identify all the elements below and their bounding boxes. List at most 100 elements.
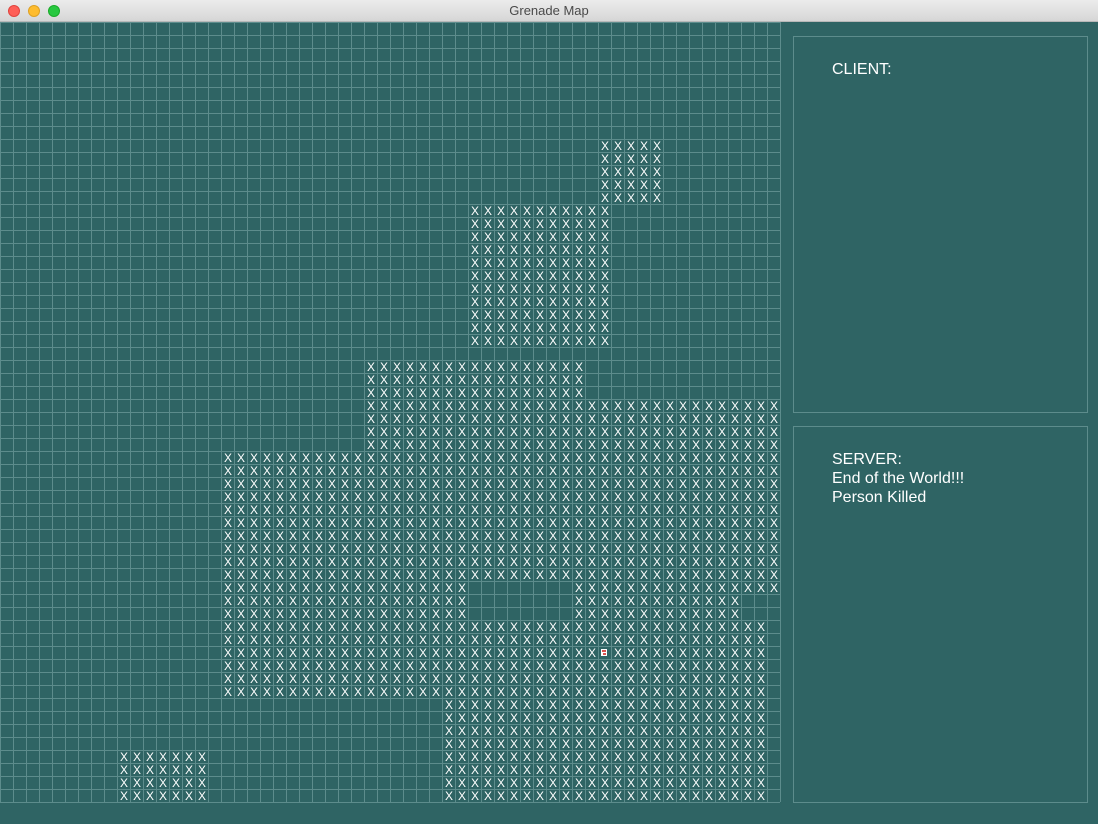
cell-mark: X bbox=[666, 412, 674, 426]
cell-mark: X bbox=[406, 438, 414, 452]
cell-mark: X bbox=[627, 711, 635, 725]
cell-mark: X bbox=[575, 230, 583, 244]
cell-mark: X bbox=[302, 555, 310, 569]
cell-mark: X bbox=[276, 464, 284, 478]
cell-mark: X bbox=[263, 685, 271, 699]
cell-mark: X bbox=[432, 373, 440, 387]
cell-mark: X bbox=[614, 503, 622, 517]
cell-mark: X bbox=[458, 555, 466, 569]
cell-mark: X bbox=[536, 230, 544, 244]
cell-mark: X bbox=[419, 477, 427, 491]
cell-mark: X bbox=[510, 386, 518, 400]
cell-mark: X bbox=[263, 464, 271, 478]
cell-mark: X bbox=[315, 646, 323, 660]
cell-mark: X bbox=[627, 620, 635, 634]
cell-mark: X bbox=[497, 737, 505, 751]
cell-mark: X bbox=[497, 373, 505, 387]
cell-mark: X bbox=[484, 308, 492, 322]
cell-mark: X bbox=[666, 646, 674, 660]
cell-mark: X bbox=[315, 594, 323, 608]
cell-mark: X bbox=[523, 217, 531, 231]
cell-mark: X bbox=[393, 438, 401, 452]
cell-mark: X bbox=[497, 282, 505, 296]
cell-mark: X bbox=[380, 581, 388, 595]
cell-mark: X bbox=[575, 464, 583, 478]
cell-mark: X bbox=[367, 516, 375, 530]
cell-mark: X bbox=[250, 607, 258, 621]
cell-mark: X bbox=[549, 685, 557, 699]
cell-mark: X bbox=[692, 633, 700, 647]
cell-mark: X bbox=[393, 490, 401, 504]
grenade-map-grid[interactable]: XXXXXXXXXXXXXXXXXXXXXXXXXXXXXXXXXXXXXXXX… bbox=[0, 22, 781, 803]
cell-mark: X bbox=[575, 490, 583, 504]
cell-mark: X bbox=[679, 607, 687, 621]
cell-mark: X bbox=[406, 529, 414, 543]
cell-mark: X bbox=[575, 386, 583, 400]
cell-mark: X bbox=[458, 477, 466, 491]
cell-mark: X bbox=[536, 737, 544, 751]
cell-mark: X bbox=[406, 516, 414, 530]
cell-mark: X bbox=[224, 659, 232, 673]
cell-mark: X bbox=[354, 516, 362, 530]
cell-mark: X bbox=[575, 269, 583, 283]
cell-mark: X bbox=[523, 321, 531, 335]
cell-mark: X bbox=[367, 542, 375, 556]
cell-mark: X bbox=[302, 542, 310, 556]
cell-mark: X bbox=[263, 477, 271, 491]
cell-mark: X bbox=[692, 646, 700, 660]
cell-mark: X bbox=[562, 555, 570, 569]
cell-mark: X bbox=[536, 321, 544, 335]
cell-mark: X bbox=[432, 594, 440, 608]
cell-mark: X bbox=[172, 776, 180, 790]
map-grid-canvas[interactable]: XXXXXXXXXXXXXXXXXXXXXXXXXXXXXXXXXXXXXXXX… bbox=[0, 22, 781, 803]
cell-mark: X bbox=[276, 620, 284, 634]
cell-mark: X bbox=[549, 737, 557, 751]
cell-mark: X bbox=[601, 581, 609, 595]
cell-mark: X bbox=[601, 425, 609, 439]
cell-mark: X bbox=[562, 230, 570, 244]
cell-mark: X bbox=[744, 711, 752, 725]
cell-mark: X bbox=[510, 464, 518, 478]
cell-mark: X bbox=[471, 438, 479, 452]
cell-mark: X bbox=[601, 659, 609, 673]
cell-mark: X bbox=[354, 555, 362, 569]
cell-mark: X bbox=[731, 646, 739, 660]
cell-mark: X bbox=[328, 620, 336, 634]
cell-mark: X bbox=[588, 737, 596, 751]
cell-mark: X bbox=[250, 594, 258, 608]
cell-mark: X bbox=[276, 555, 284, 569]
cell-mark: X bbox=[757, 620, 765, 634]
cell-mark: X bbox=[718, 438, 726, 452]
cell-mark: X bbox=[471, 490, 479, 504]
cell-mark: X bbox=[237, 568, 245, 582]
cell-mark: X bbox=[445, 659, 453, 673]
cell-mark: X bbox=[705, 399, 713, 413]
cell-mark: X bbox=[328, 490, 336, 504]
cell-mark: X bbox=[601, 724, 609, 738]
cell-mark: X bbox=[757, 776, 765, 790]
cell-mark: X bbox=[523, 724, 531, 738]
cell-mark: X bbox=[341, 646, 349, 660]
cell-mark: X bbox=[458, 672, 466, 686]
cell-mark: X bbox=[562, 451, 570, 465]
cell-mark: X bbox=[380, 399, 388, 413]
cell-mark: X bbox=[588, 425, 596, 439]
cell-mark: X bbox=[666, 607, 674, 621]
cell-mark: X bbox=[341, 555, 349, 569]
cell-mark: X bbox=[471, 724, 479, 738]
cell-mark: X bbox=[393, 451, 401, 465]
cell-mark: X bbox=[562, 646, 570, 660]
cell-mark: X bbox=[315, 477, 323, 491]
cell-mark: X bbox=[536, 763, 544, 777]
cell-mark: X bbox=[640, 529, 648, 543]
cell-mark: X bbox=[523, 763, 531, 777]
cell-mark: X bbox=[575, 568, 583, 582]
cell-mark: X bbox=[458, 503, 466, 517]
cell-mark: X bbox=[289, 451, 297, 465]
cell-mark: X bbox=[263, 542, 271, 556]
cell-mark: X bbox=[471, 542, 479, 556]
cell-mark: X bbox=[263, 568, 271, 582]
cell-mark: X bbox=[601, 685, 609, 699]
cell-mark: X bbox=[601, 633, 609, 647]
cell-mark: X bbox=[510, 256, 518, 270]
